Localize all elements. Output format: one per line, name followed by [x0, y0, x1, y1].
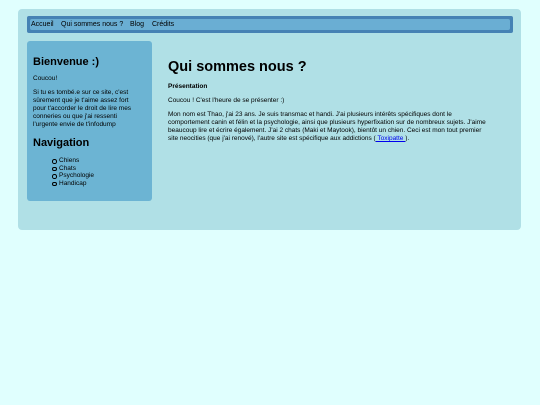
toxipatte-link[interactable]: Toxipatte [376, 135, 406, 142]
intro-line: sûrement que je t'aime assez fort [33, 97, 129, 104]
navigation-item-label: Psychologie [59, 172, 95, 179]
bullet-icon [52, 166, 57, 172]
bullet-icon [52, 174, 57, 179]
navigation-item-psychologie[interactable]: Psychologie [52, 172, 95, 180]
navigation-item-handicap[interactable]: Handicap [52, 179, 94, 188]
navigation-list: Chiens Chats Psychologie Handicap [52, 157, 95, 188]
nav-link-blog[interactable]: Blog [130, 19, 144, 30]
navigation-item-chiens[interactable]: Chiens [52, 157, 94, 165]
body-line-last: site neocities (que j'ai renové), l'autr… [168, 135, 409, 143]
intro-line: Si tu es tombé.e sur ce site, c'est [33, 89, 129, 96]
navbar-inner: Accueil Qui sommes nous ? Blog Crédits [30, 19, 510, 30]
page-title: Qui sommes nous ? [168, 59, 307, 75]
body-line: comportement canin et félin et la psycho… [168, 119, 486, 126]
greeting-text: Coucou! [33, 75, 58, 82]
navigation-title: Navigation [33, 137, 90, 149]
section-subtitle: Présentation [168, 83, 208, 90]
intro-line: conneries ou que j'ai ressenti [33, 113, 117, 120]
welcome-title: Bienvenue :) [33, 56, 100, 68]
body-text: site neocities (que j'ai renové), l'autr… [168, 135, 376, 142]
top-navbar: Accueil Qui sommes nous ? Blog Crédits [27, 16, 513, 33]
intro-line: pour t'accorder le droit de lire mes [33, 105, 132, 112]
body-line: Mon nom est Thao, j'ai 23 ans. Je suis t… [168, 111, 452, 118]
navigation-item-label: Chiens [59, 157, 80, 164]
intro-paragraph: Coucou ! C'est l'heure de se présenter :… [168, 97, 285, 104]
navigation-item-label: Handicap [59, 179, 87, 187]
bullet-icon [52, 159, 57, 164]
body-text: ). [405, 135, 410, 142]
body-line: beaucoup lire et écrire également. J'ai … [168, 127, 482, 134]
nav-link-accueil[interactable]: Accueil [31, 19, 54, 30]
bullet-icon [52, 181, 57, 187]
intro-line: l'urgente envie de t'infodump [33, 121, 116, 128]
navigation-item-chats[interactable]: Chats [52, 164, 94, 173]
sidebar: Bienvenue :) Coucou! Si tu es tombé.e su… [27, 41, 152, 201]
nav-link-qui-sommes-nous[interactable]: Qui sommes nous ? [61, 19, 123, 30]
nav-link-credits[interactable]: Crédits [152, 19, 174, 30]
navigation-item-label: Chats [59, 164, 76, 172]
